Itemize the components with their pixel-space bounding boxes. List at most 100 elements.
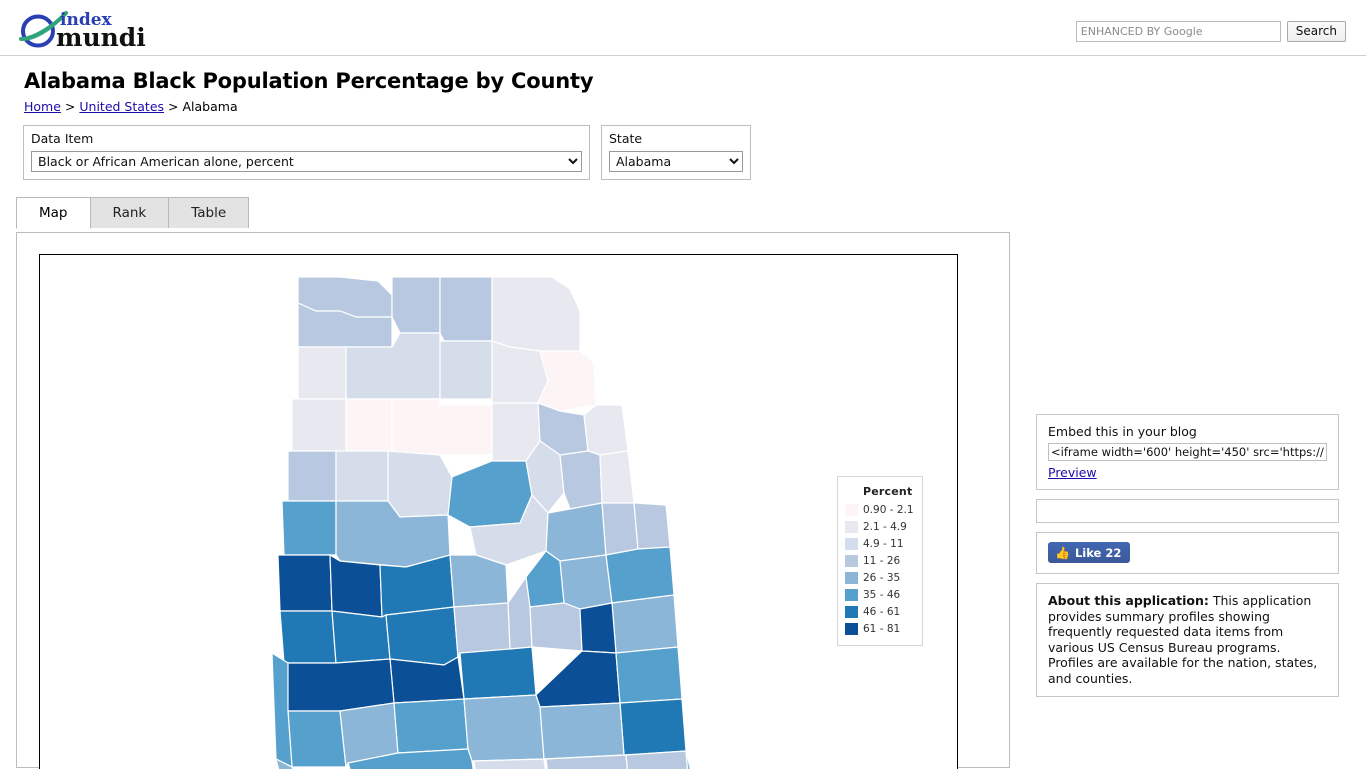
alabama-county-map[interactable]: LauderdaleLimestoneMadisonJacksonColbert… (40, 255, 958, 769)
legend-swatch (845, 571, 858, 584)
county-barbour[interactable]: Barbour (619, 698, 687, 756)
county-chambers[interactable]: Chambers (605, 546, 675, 604)
county-marion[interactable]: Marion (291, 398, 347, 452)
thumbs-up-icon: 👍 (1055, 545, 1070, 560)
legend-label: 11 - 26 (863, 554, 901, 567)
county-bibb[interactable]: Bibb (449, 554, 509, 608)
county-greene[interactable]: Greene (329, 553, 383, 618)
county-tallapoosa[interactable]: Tallapoosa (559, 554, 613, 610)
tab-map[interactable]: Map (16, 197, 91, 230)
county-cleburne[interactable]: Cleburne (599, 450, 635, 504)
county-walker[interactable]: Walker (387, 450, 453, 518)
embed-preview-link[interactable]: Preview (1048, 465, 1097, 480)
county-jackson[interactable]: Jackson (491, 276, 581, 352)
state-label: State (609, 131, 643, 147)
view-tabs: Map Rank Table (16, 197, 1366, 230)
county-coosa[interactable]: Coosa (525, 550, 565, 608)
county-lowndes[interactable]: Lowndes (389, 656, 465, 704)
county-pike[interactable]: Pike (539, 702, 625, 760)
legend-row: 46 - 61 (845, 603, 915, 620)
facebook-like-button[interactable]: 👍 Like 22 (1048, 542, 1131, 563)
logo-text-mundi: mundi (56, 23, 146, 50)
county-jefferson[interactable]: Jefferson (447, 460, 533, 528)
county-limestone[interactable]: Limestone (391, 276, 441, 334)
map-legend: Percent 0.90 - 2.1 2.1 - 4.9 4.9 - 11 11 - … (837, 476, 923, 646)
county-montgomery[interactable]: Montgomery (459, 646, 537, 700)
choropleth-map[interactable]: LauderdaleLimestoneMadisonJacksonColbert… (40, 255, 958, 769)
county-franklin[interactable]: Franklin (297, 346, 347, 400)
breadcrumb-separator-2: > (168, 99, 179, 115)
county-clay[interactable]: Clay (601, 502, 639, 556)
county-bullock[interactable]: Bullock (535, 650, 621, 708)
state-select[interactable]: Alabama (609, 151, 743, 173)
county-cherokee[interactable]: Cherokee (583, 404, 629, 456)
legend-label: 46 - 61 (863, 605, 901, 618)
state-cell: State Alabama (601, 125, 751, 181)
data-item-label: Data Item (31, 131, 94, 147)
search-input[interactable] (1075, 21, 1281, 42)
county-randolph[interactable]: Randolph (633, 502, 671, 550)
county-morgan[interactable]: Morgan (439, 340, 493, 400)
legend-row: 2.1 - 4.9 (845, 518, 915, 535)
legend-swatch (845, 554, 858, 567)
search-button[interactable]: Search (1286, 21, 1346, 42)
legend-label: 61 - 81 (863, 622, 901, 635)
county-pickens[interactable]: Pickens (281, 500, 337, 556)
county-clarke[interactable]: Clarke (287, 710, 347, 768)
county-butler[interactable]: Butler (393, 698, 469, 754)
data-item-select[interactable]: Black or African American alone, percent (31, 151, 582, 173)
county-crenshaw[interactable]: Crenshaw (463, 694, 545, 762)
logo-graphic: index mundi (19, 10, 146, 52)
county-talladega[interactable]: Talladega (545, 502, 607, 562)
tab-rank[interactable]: Rank (89, 197, 170, 229)
breadcrumb-united-states[interactable]: United States (79, 99, 164, 114)
legend-swatch (845, 503, 858, 516)
county-sumter[interactable]: Sumter (277, 554, 333, 612)
about-text: About this application: This application… (1048, 593, 1327, 686)
county-macon[interactable]: Macon (579, 602, 617, 654)
right-sidebar: Embed this in your blog Preview 👍 Like 2… (1036, 414, 1339, 706)
county-wilcox[interactable]: Wilcox (283, 658, 395, 712)
social-card: 👍 Like 22 (1036, 532, 1339, 574)
legend-label: 4.9 - 11 (863, 537, 904, 550)
breadcrumb-current: Alabama (182, 99, 238, 115)
breadcrumb: Home > United States > Alabama (24, 99, 1366, 114)
county-marengo[interactable]: Marengo (279, 610, 337, 664)
map-frame[interactable]: LauderdaleLimestoneMadisonJacksonColbert… (39, 254, 958, 769)
embed-code-input[interactable] (1048, 443, 1327, 461)
county-fayette[interactable]: Fayette (335, 450, 389, 502)
legend-row: 61 - 81 (845, 620, 915, 637)
indexmundi-logo[interactable]: index mundi (16, 6, 196, 52)
selector-bar: Data Item Black or African American alon… (23, 125, 1366, 181)
legend-label: 35 - 46 (863, 588, 901, 601)
about-heading: About this application: (1048, 593, 1209, 608)
legend-swatch (845, 588, 858, 601)
legend-row: 26 - 35 (845, 569, 915, 586)
legend-label: 26 - 35 (863, 571, 901, 584)
county-madison[interactable]: Madison (439, 276, 493, 342)
county-perry[interactable]: Perry (331, 610, 391, 664)
embed-card: Embed this in your blog Preview (1036, 414, 1339, 490)
legend-swatch (845, 605, 858, 618)
legend-row: 4.9 - 11 (845, 535, 915, 552)
legend-swatch (845, 520, 858, 533)
ad-placeholder-card (1036, 499, 1339, 523)
legend-label: 2.1 - 4.9 (863, 520, 907, 533)
map-panel: LauderdaleLimestoneMadisonJacksonColbert… (16, 232, 1010, 769)
breadcrumb-home[interactable]: Home (24, 99, 61, 114)
like-label: Like (1074, 545, 1102, 560)
county-henry[interactable]: Henry (685, 750, 692, 769)
county-autauga[interactable]: Autauga (453, 602, 511, 660)
legend-row: 35 - 46 (845, 586, 915, 603)
tab-table[interactable]: Table (168, 197, 250, 229)
like-count: 22 (1105, 545, 1122, 560)
legend-swatch (845, 537, 858, 550)
county-winston[interactable]: Winston (345, 398, 393, 452)
county-lee[interactable]: Lee (611, 594, 679, 654)
county-russell[interactable]: Russell (615, 646, 683, 704)
county-calhoun[interactable]: Calhoun (559, 450, 603, 510)
county-dallas[interactable]: Dallas (385, 606, 459, 666)
county-elmore[interactable]: Elmore (529, 602, 583, 652)
county-cullman[interactable]: Cullman (391, 398, 493, 456)
county-lamar[interactable]: Lamar (287, 450, 337, 502)
